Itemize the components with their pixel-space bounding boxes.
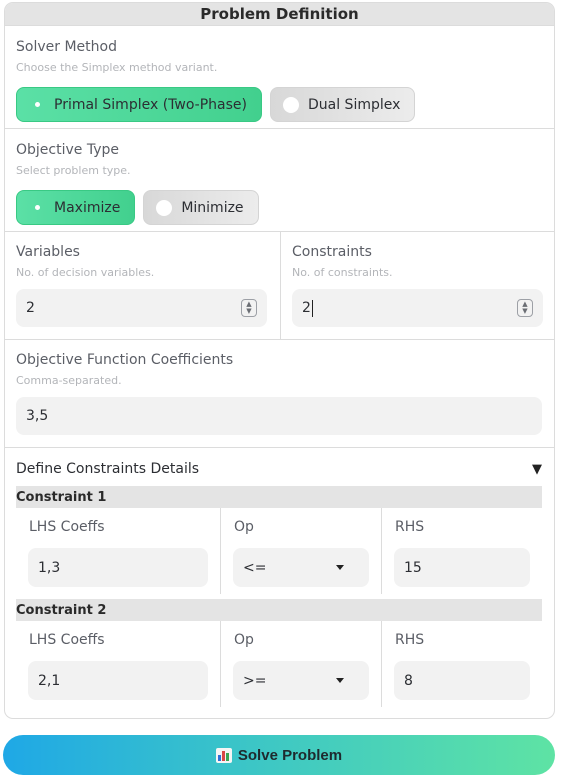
panel-title: Problem Definition (5, 3, 554, 26)
variables-field-group: Variables No. of decision variables. 2 ▲… (5, 232, 280, 339)
constraints-help: No. of constraints. (292, 266, 393, 279)
lhs-value: 1,3 (38, 559, 61, 576)
radio-selected-icon (29, 200, 45, 216)
lhs-label: LHS Coeffs (29, 519, 105, 535)
radio-maximize[interactable]: Maximize (16, 190, 136, 225)
constraints-input[interactable]: 2 ▲ ▼ (292, 289, 543, 327)
collapse-triangle-icon[interactable]: ▼ (532, 462, 542, 477)
constraint-1-op-select[interactable]: <= (233, 548, 369, 587)
radio-selected-icon (29, 97, 45, 113)
constraint-2-op-select[interactable]: >= (233, 661, 369, 700)
constraint-2-rhs-input[interactable]: 8 (394, 661, 530, 700)
constraint-2-lhs-col: LHS Coeffs 2,1 (16, 621, 220, 707)
constraints-field-group: Constraints No. of constraints. 2 ▲ ▼ (281, 232, 554, 339)
constraint-2-row: LHS Coeffs 2,1 Op >= RHS 8 (16, 621, 542, 707)
constraint-2-lhs-input[interactable]: 2,1 (28, 661, 208, 700)
solve-button-label: Solve Problem (237, 746, 343, 764)
coefficients-value: 3,5 (26, 408, 49, 424)
dropdown-arrow-icon (336, 565, 344, 570)
constraint-1-row: LHS Coeffs 1,3 Op <= RHS 15 (16, 508, 542, 594)
rhs-label: RHS (395, 632, 425, 648)
constraints-label: Constraints (292, 244, 372, 260)
radio-label: Maximize (54, 199, 121, 216)
op-label: Op (234, 632, 254, 648)
solver-method-help: Choose the Simplex method variant. (16, 61, 218, 74)
rhs-value: 8 (404, 672, 413, 689)
variables-label: Variables (16, 244, 80, 260)
variables-input[interactable]: 2 ▲ ▼ (16, 289, 267, 327)
radio-label: Dual Simplex (307, 96, 401, 113)
lhs-label: LHS Coeffs (29, 632, 105, 648)
radio-label: Minimize (181, 199, 244, 216)
expander-title: Define Constraints Details (16, 461, 200, 477)
solver-method-label: Solver Method (16, 39, 117, 55)
bar-chart-icon (215, 747, 232, 763)
coefficients-input[interactable]: 3,5 (16, 397, 542, 435)
objective-type-help: Select problem type. (16, 164, 131, 177)
coefficients-section: Objective Function Coefficients Comma-se… (5, 340, 554, 448)
op-value: >= (243, 672, 267, 689)
constraint-2-rhs-col: RHS 8 (382, 621, 542, 707)
constraint-1-lhs-input[interactable]: 1,3 (28, 548, 208, 587)
op-value: <= (243, 559, 267, 576)
rhs-label: RHS (395, 519, 425, 535)
radio-primal-simplex[interactable]: Primal Simplex (Two-Phase) (16, 87, 262, 122)
variables-help: No. of decision variables. (16, 266, 155, 279)
solver-method-section: Solver Method Choose the Simplex method … (5, 26, 554, 129)
stepper-icon[interactable]: ▲ ▼ (517, 299, 533, 317)
problem-definition-panel: Problem Definition Solver Method Choose … (4, 2, 555, 719)
objective-type-label: Objective Type (16, 142, 119, 158)
constraints-details-expander: Define Constraints Details ▼ Constraint … (5, 448, 554, 718)
radio-dual-simplex[interactable]: Dual Simplex (269, 87, 416, 122)
expander-header[interactable]: Define Constraints Details ▼ (16, 459, 542, 479)
radio-unselected-icon (282, 96, 299, 113)
constraint-1-rhs-input[interactable]: 15 (394, 548, 530, 587)
constraint-1-rhs-col: RHS 15 (382, 508, 542, 594)
radio-minimize[interactable]: Minimize (143, 190, 259, 225)
constraint-1-header: Constraint 1 (16, 486, 542, 508)
op-label: Op (234, 519, 254, 535)
constraints-value: 2 (302, 300, 311, 316)
rhs-value: 15 (404, 559, 422, 576)
objective-type-section: Objective Type Select problem type. Maxi… (5, 129, 554, 232)
solve-problem-button[interactable]: Solve Problem (3, 735, 555, 775)
coefficients-label: Objective Function Coefficients (16, 352, 234, 368)
variables-value: 2 (26, 300, 35, 316)
lhs-value: 2,1 (38, 672, 61, 689)
constraint-2-header: Constraint 2 (16, 599, 542, 621)
dropdown-arrow-icon (336, 678, 344, 683)
text-caret (311, 299, 313, 317)
coefficients-help: Comma-separated. (16, 374, 122, 387)
constraint-1-lhs-col: LHS Coeffs 1,3 (16, 508, 220, 594)
constraint-2-op-col: Op >= (221, 621, 381, 707)
radio-label: Primal Simplex (Two-Phase) (54, 96, 247, 113)
dimensions-section: Variables No. of decision variables. 2 ▲… (5, 232, 554, 340)
radio-unselected-icon (156, 199, 173, 216)
constraint-1-op-col: Op <= (221, 508, 381, 594)
stepper-icon[interactable]: ▲ ▼ (241, 299, 257, 317)
